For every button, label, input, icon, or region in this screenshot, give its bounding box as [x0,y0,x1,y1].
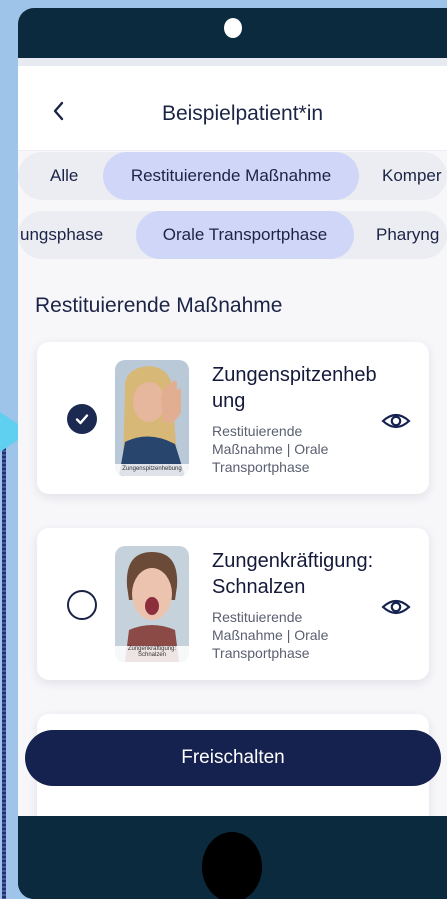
phone-frame: Beispielpatient*in Alle Restituierende M… [18,8,447,899]
bottom-bezel [18,816,447,899]
chip-kompensatorisch[interactable]: Komper [382,152,442,200]
eye-icon [381,599,411,615]
exercise-card[interactable]: Zungenkräftigung: Schnalzen Zungenkräfti… [37,528,429,680]
section-title: Restituierende Maßnahme [35,294,283,317]
thumbnail-caption: Zungenspitzenhebung [122,466,182,472]
phase-filter-row: ungsphase Orale Transportphase Pharyng [18,211,447,259]
status-bar [18,58,447,66]
check-icon [75,414,89,425]
select-checkbox[interactable] [67,590,97,620]
chip-vorbereitungsphase[interactable]: ungsphase [20,211,103,259]
page-title: Beispielpatient*in [161,102,324,125]
app-screen: Beispielpatient*in Alle Restituierende M… [18,58,447,816]
eye-icon [381,413,411,429]
exercise-thumbnail[interactable]: Zungenspitzenhebung [115,360,189,476]
dashed-connector [2,440,6,899]
exercise-subtitle: Restituierende Maßnahme | Orale Transpor… [212,609,329,661]
chip-restituierende-massnahme[interactable]: Restituierende Maßnahme [103,152,359,200]
home-button[interactable] [202,832,262,899]
woman-portrait-image [115,546,189,662]
top-bezel [18,8,447,58]
category-filter-row: Alle Restituierende Maßnahme Komper [18,152,447,200]
exercise-subtitle: Restituierende Maßnahme | Orale Transpor… [212,423,329,475]
app-header: Beispielpatient*in [18,66,447,151]
camera-icon [224,18,242,38]
select-checkbox[interactable] [67,404,97,434]
chip-pharyngeale-phase[interactable]: Pharyng [376,211,439,259]
exercise-title: Zungenspitzenheb ung [212,364,377,412]
chip-alle[interactable]: Alle [50,152,78,200]
unlock-button[interactable]: Freischalten [25,730,441,786]
woman-portrait-image [115,360,189,476]
exercise-card[interactable]: Zungenspitzenhebung Zungenspitzenheb ung… [37,342,429,494]
preview-button[interactable] [381,410,411,432]
exercise-thumbnail[interactable]: Zungenkräftigung: Schnalzen [115,546,189,662]
chip-orale-transportphase[interactable]: Orale Transportphase [136,211,354,259]
exercise-title: Zungenkräftigung: Schnalzen [212,550,374,598]
preview-button[interactable] [381,596,411,618]
thumbnail-caption: Zungenkräftigung: Schnalzen [127,646,177,658]
